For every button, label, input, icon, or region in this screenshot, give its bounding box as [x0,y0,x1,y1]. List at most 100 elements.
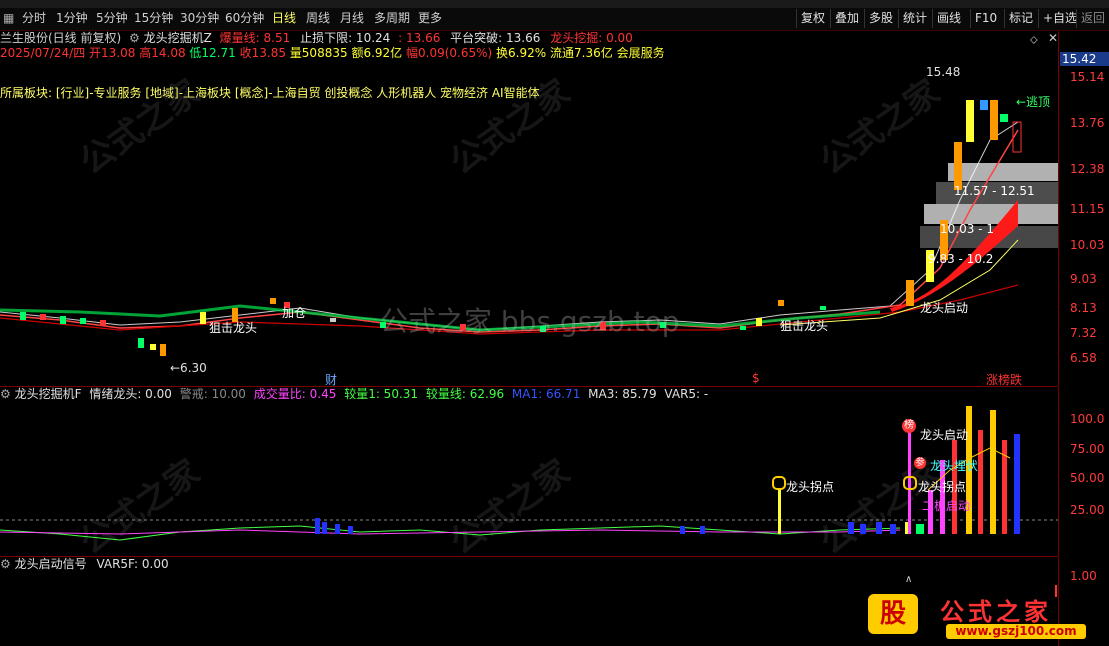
toolbar-button-7[interactable]: 标记 [1004,9,1037,28]
grid-icon[interactable]: ▦ [3,10,14,27]
toolbar-button-2[interactable]: 叠加 [830,9,863,28]
quote-turnover: 换6.92% [496,46,547,60]
sub1-var5: VAR5: - [664,387,709,401]
dollar-marker[interactable]: $ [752,371,760,385]
toolbar-button-1[interactable]: 复权 [796,9,829,28]
sub1-ma1: MA1: 66.71 [511,387,581,401]
settings-icon[interactable]: ⚙ [0,387,11,401]
sub1-vol1: 较量1: 50.31 [344,387,419,401]
price-tick: 9.03 [1070,272,1097,286]
price-tick: 10.03 [1070,238,1105,252]
sub1-chart[interactable] [0,400,1058,556]
sub2-header: ⚙ 龙头启动信号 VAR5F: 0.00 [0,557,169,572]
period-tab-3[interactable]: 5分钟 [96,10,128,27]
toolbar-button-3[interactable]: 多股 [864,9,897,28]
high-price-label: 15.48 [926,65,961,79]
quote-float: 流通7.36亿 [550,46,613,60]
toolbar: ▦ 分时 1分钟 5分钟 15分钟 30分钟 60分钟 日线 周线 月线 多周期… [0,8,1109,31]
can-badge: 参 [914,457,926,469]
quote-industry: 会展服务 [616,46,665,60]
sub1-tick: 100.0 [1070,412,1105,426]
dragon-dig: 龙头挖掘: 0.00 [550,31,633,45]
sub1-second-board: 二板启动 [922,499,971,513]
dragon-start-label: 龙头启动 [920,301,969,315]
sub1-volratio: 成交量比: 0.45 [253,387,337,401]
ambush-label: 狙击龙头 [209,321,258,335]
period-tab-8[interactable]: 周线 [306,10,330,27]
price-tick: 7.32 [1070,326,1097,340]
add-position-label: 加仓 [282,306,307,320]
sub2-tick: 1.00 [1070,569,1097,583]
period-tab-10[interactable]: 多周期 [374,10,410,27]
period-tab-11[interactable]: 更多 [418,10,442,27]
settings-icon[interactable]: ⚙ [129,31,140,45]
pivot-icon [772,476,786,490]
sub2-var5f: VAR5F: 0.00 [96,557,169,571]
quote-amount: 额6.92亿 [351,46,403,60]
period-tab-4[interactable]: 15分钟 [134,10,173,27]
period-tab-5[interactable]: 30分钟 [180,10,219,27]
bang-badge: 榜 [902,419,916,433]
period-tab-2[interactable]: 1分钟 [56,10,88,27]
sub1-ambush: 龙头埋伏 [930,459,979,473]
zone-label: 10.03 - 1 [940,222,994,236]
close-icon[interactable]: ✕ [1048,31,1058,45]
period-tab-9[interactable]: 月线 [340,10,364,27]
sub1-dragon-start: 龙头启动 [920,428,969,442]
sub1-tick: 25.00 [1070,503,1105,517]
quote-close: 收13.85 [239,46,286,60]
logo-title: 公式之家 [940,598,1052,626]
period-tab-1[interactable]: 分时 [22,10,46,27]
sub2-title[interactable]: 龙头启动信号 [15,557,87,571]
candlestick-chart[interactable] [0,100,1058,386]
toolbar-button-9[interactable]: 返回 [1076,9,1109,28]
quote-open: 开13.08 [89,46,136,60]
caret-icon: ∧ [905,574,913,585]
price-tick: 13.76 [1070,116,1105,130]
sub1-mood: 情绪龙头: 0.00 [89,387,172,401]
price-tick: 8.13 [1070,301,1097,315]
price-tick: 12.38 [1070,162,1105,176]
pivot-icon [903,476,917,490]
stop-upper: : 13.66 [398,31,441,45]
zone-label: 9.83 - 10.2 [928,252,994,266]
toolbar-button-4[interactable]: 统计 [898,9,931,28]
quote-high: 高14.08 [139,46,186,60]
sector-line: 所属板块: [行业]-专业服务 [地域]-上海板块 [概念]-上海自贸 创投概念… [0,86,540,100]
sub1-title[interactable]: 龙头挖掘机F [15,387,82,401]
stock-name: 兰生股份(日线 前复权) [0,31,122,45]
sub1-grab-left: 龙头拐点 [786,480,835,494]
ambush-label: 狙击龙头 [780,319,829,333]
toolbar-button-5[interactable]: 画线 [932,9,965,28]
sub1-tick: 75.00 [1070,442,1105,456]
quote-date: 2025/07/24/四 [0,46,86,60]
period-tab-7[interactable]: 日线 [272,10,296,27]
escape-top-label: ←逃顶 [1016,95,1051,109]
low-price-label: ←6.30 [170,361,207,375]
toolbar-button-6[interactable]: F10 [970,9,1001,28]
quote-change: 幅0.09(0.65%) [406,46,493,60]
indicator-header: 兰生股份(日线 前复权) ⚙ 龙头挖掘机Z 爆量线: 8.51 止损下限: 10… [0,31,633,46]
stop-lower: 止损下限: 10.24 [300,31,391,45]
sub1-ma3: MA3: 85.79 [588,387,657,401]
quote-line: 2025/07/24/四 开13.08 高14.08 低12.71 收13.85… [0,46,665,61]
price-tick: 11.15 [1070,202,1105,216]
period-tab-6[interactable]: 60分钟 [225,10,264,27]
sub1-tick: 50.00 [1070,471,1105,485]
expand-icon[interactable]: ⬦ [1030,33,1038,47]
sub1-grab-right: 龙头拐点 [918,480,967,494]
indicator-name[interactable]: 龙头挖掘机Z [144,31,212,45]
price-tick: 15.14 [1070,70,1105,84]
zone-box [948,163,1058,181]
explosive-line: 爆量线: 8.51 [219,31,291,45]
current-price-tag: 15.42 [1060,52,1109,66]
logo-url[interactable]: www.gszj100.com [946,624,1086,639]
toolbar-button-8[interactable]: +自选 [1038,9,1081,28]
logo-badge: 股 [868,594,918,634]
quote-low: 低12.71 [189,46,236,60]
settings-icon[interactable]: ⚙ [0,557,11,571]
ma-line [0,121,1019,331]
zone-label: 11.57 - 12.51 [954,184,1035,198]
platform-break: 平台突破: 13.66 [450,31,541,45]
sub1-alert: 警戒: 10.00 [179,387,246,401]
